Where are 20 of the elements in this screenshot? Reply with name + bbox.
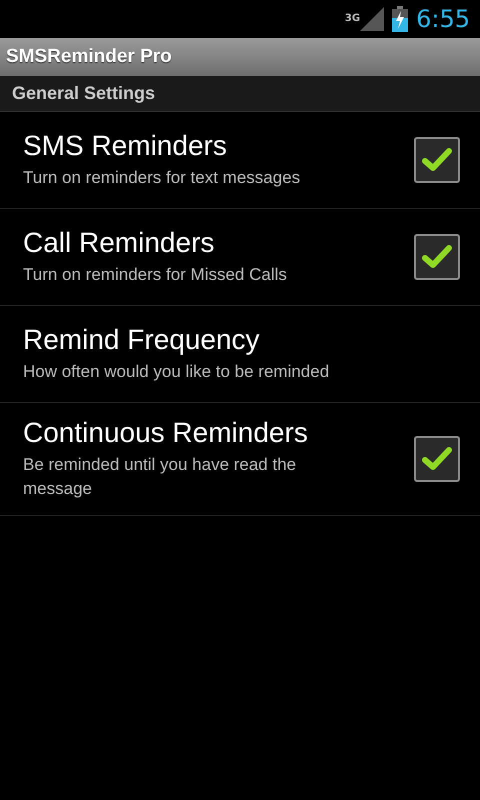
setting-title[interactable]: Continuous Reminders	[23, 417, 308, 449]
checkbox[interactable]	[414, 137, 460, 183]
checkmark-icon	[422, 446, 452, 472]
section-title: General Settings	[12, 83, 156, 104]
checkbox[interactable]	[414, 436, 460, 482]
checkmark-icon	[422, 147, 452, 173]
signal-icon	[360, 7, 384, 31]
setting-title[interactable]: Call Reminders	[23, 227, 214, 259]
setting-summary: Turn on reminders for text messages	[23, 167, 300, 189]
setting-summary: How often would you like to be reminded	[23, 361, 330, 383]
checkmark-icon	[422, 244, 452, 270]
setting-summary: Turn on reminders for Missed Calls	[23, 264, 287, 286]
battery-charging-icon	[392, 6, 408, 32]
setting-summary: Be reminded until you have read the message	[23, 454, 298, 500]
setting-title[interactable]: SMS Reminders	[23, 130, 227, 162]
app-title: SMSReminder Pro	[6, 46, 172, 68]
checkbox[interactable]	[414, 234, 460, 280]
network-type: 3G	[344, 13, 360, 24]
clock: 6:55	[416, 5, 470, 33]
setting-title[interactable]: Remind Frequency	[23, 324, 260, 356]
